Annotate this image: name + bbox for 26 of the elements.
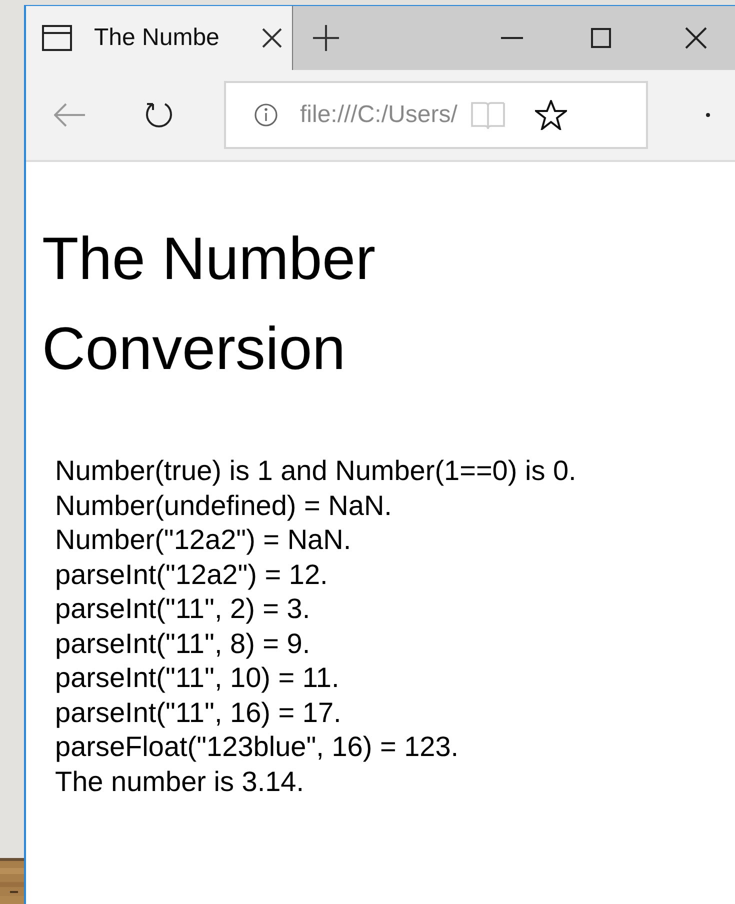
output-line: parseInt("11", 10) = 11. xyxy=(55,661,340,695)
close-tab-icon[interactable] xyxy=(262,28,282,48)
maximize-icon[interactable] xyxy=(591,28,611,48)
url-text: file:///C:/Users/ xyxy=(300,100,458,130)
tab-page-icon xyxy=(42,25,72,51)
output-line: parseInt("11", 2) = 3. xyxy=(55,592,310,626)
star-icon[interactable] xyxy=(535,100,568,130)
refresh-icon[interactable] xyxy=(144,100,174,130)
output-line: The number is 3.14. xyxy=(55,764,304,798)
output-line: parseInt("11", 8) = 9. xyxy=(55,626,310,661)
output-line: parseInt("11", 16) = 17. xyxy=(55,696,342,730)
page-heading: The Number Conversion xyxy=(42,224,376,384)
tab-title: The Numbe xyxy=(94,23,220,53)
more-icon[interactable] xyxy=(706,113,710,117)
minimize-icon[interactable] xyxy=(501,36,523,40)
output-line: parseFloat("123blue", 16) = 123. xyxy=(55,730,459,764)
output-line: parseInt("12a2") = 12. xyxy=(55,558,328,592)
address-bar[interactable]: file:///C:/Users/ xyxy=(224,81,648,149)
output-line: Number("12a2") = NaN. xyxy=(55,523,352,557)
browser-tab[interactable]: The Numbe xyxy=(26,6,293,70)
back-arrow-icon[interactable] xyxy=(54,103,86,127)
new-tab-icon[interactable] xyxy=(313,25,339,51)
output-line: Number(undefined) = NaN. xyxy=(55,488,392,523)
output-line: Number(true) is 1 and Number(1==0) is 0. xyxy=(55,454,576,488)
info-icon xyxy=(254,103,278,127)
close-window-icon[interactable] xyxy=(685,27,707,49)
